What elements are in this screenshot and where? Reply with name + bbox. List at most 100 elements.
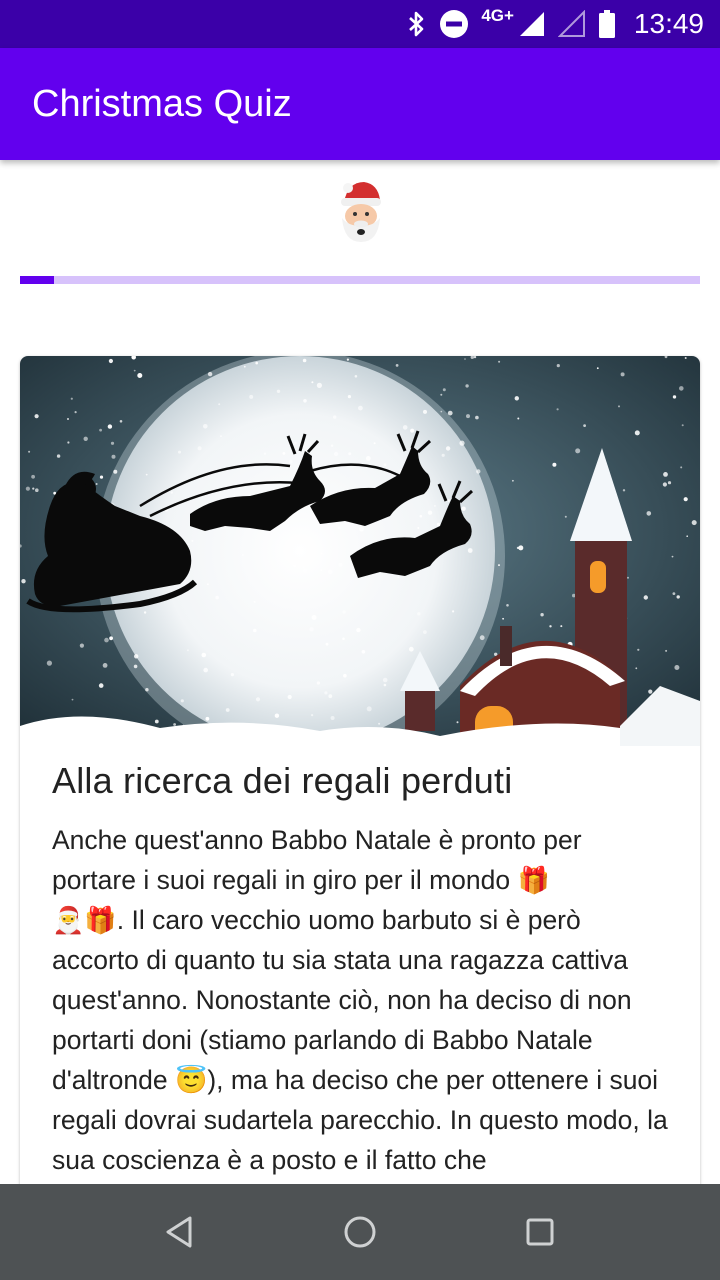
snowflake-dot [343, 673, 347, 678]
snowflake-dot [302, 358, 307, 363]
snowflake-dot [274, 713, 280, 718]
snowflake-dot [205, 716, 210, 721]
snowflake-dot [679, 386, 684, 391]
app-bar: Christmas Quiz [0, 48, 720, 160]
snowflake-dot [113, 469, 118, 474]
snowflake-dot [255, 361, 258, 365]
snowflake-dot [293, 441, 297, 445]
snowflake-dot [395, 364, 399, 367]
quiz-progress-fill [20, 276, 54, 284]
snowflake-dot [330, 716, 335, 720]
snowflake-dot [133, 369, 136, 372]
snowflake-dot [466, 414, 470, 419]
snowflake-dot [197, 446, 202, 451]
snowflake-dot [465, 384, 469, 388]
snowflake-dot [21, 579, 26, 584]
recents-icon[interactable] [516, 1208, 564, 1256]
snowflake-dot [337, 526, 341, 530]
snowflake-dot [309, 627, 314, 632]
snowflake-dot [333, 451, 339, 457]
snowflake-dot [671, 555, 674, 558]
signal-empty-icon [557, 10, 585, 37]
snowflake-dot [28, 450, 31, 453]
snowflake-dot [71, 698, 74, 701]
gift-emoji-icon: 🎁 [84, 905, 117, 935]
snowflake-dot [467, 548, 473, 553]
snowflake-dot [514, 396, 519, 401]
snowflake-dot [560, 625, 563, 628]
snowflake-dot [464, 358, 466, 360]
snowflake-dot [258, 491, 261, 494]
app-title: Christmas Quiz [32, 83, 292, 125]
snowflake-dot [359, 526, 364, 532]
snowflake-dot [133, 664, 138, 669]
snowflake-dot [70, 397, 73, 400]
snowflake-dot [552, 462, 557, 467]
snowflake-dot [173, 723, 177, 726]
snowflake-dot [427, 510, 433, 515]
snowflake-dot [662, 482, 668, 487]
snowflake-dot [338, 562, 343, 567]
snowflake-dot [373, 442, 376, 445]
snowflake-dot [282, 452, 286, 455]
snowflake-dot [549, 625, 552, 628]
angel-emoji-icon: 😇 [174, 1065, 208, 1095]
snowflake-dot [327, 569, 333, 575]
snowflake-dot [440, 393, 443, 396]
snowflake-dot [201, 652, 207, 658]
quiz-progress-bar [20, 276, 700, 284]
snowflake-dot [95, 483, 98, 485]
snowflake-dot [635, 667, 638, 670]
snowflake-dot [316, 681, 320, 685]
snowflake-dot [361, 650, 366, 654]
snowflake-dot [25, 486, 30, 491]
snowflake-dot [249, 394, 254, 399]
snowflake-dot [346, 358, 349, 361]
back-icon[interactable] [156, 1208, 204, 1256]
home-icon[interactable] [336, 1208, 384, 1256]
snowflake-dot [303, 399, 307, 403]
snowflake-dot [107, 424, 113, 429]
snowflake-dot [206, 583, 209, 586]
story-text-part-1: Anche quest'anno Babbo Natale è pronto p… [52, 825, 582, 895]
snowflake-dot [442, 388, 446, 392]
snowflake-dot [575, 448, 581, 454]
snowflake-dot [215, 595, 219, 600]
snowflake-dot [397, 576, 400, 579]
snowflake-dot [498, 360, 501, 363]
snowflake-dot [110, 441, 115, 445]
story-text: Anche quest'anno Babbo Natale è pronto p… [52, 820, 672, 1180]
snowflake-dot [445, 446, 451, 451]
system-nav-bar [0, 1184, 720, 1280]
snowflake-dot [111, 454, 116, 459]
snowflake-dot [255, 697, 261, 702]
snowflake-dot [419, 514, 423, 518]
snowflake-dot [365, 456, 371, 461]
snowflake-dot [330, 444, 334, 447]
snowflake-dot [564, 515, 567, 518]
snowflake-dot [293, 564, 297, 568]
snowflake-dot [622, 489, 626, 492]
snowflake-dot [556, 408, 559, 411]
snowflake-dot [402, 425, 408, 430]
snowflake-dot [230, 673, 234, 677]
snowflake-dot [684, 357, 687, 359]
snowflake-dot [683, 497, 688, 502]
snowflake-dot [672, 395, 677, 399]
snowflake-dot [378, 722, 381, 725]
snowflake-dot [178, 450, 181, 454]
snowflake-dot [67, 441, 70, 444]
snowflake-dot [74, 411, 77, 414]
snowflake-dot [288, 459, 293, 464]
snowflake-dot [108, 358, 113, 364]
status-time: 13:49 [633, 8, 704, 39]
snowflake-dot [382, 677, 388, 683]
snowflake-dot [417, 527, 420, 529]
snowflake-dot [447, 499, 451, 502]
snowflake-dot [502, 617, 504, 620]
snowflake-dot [145, 473, 148, 476]
snowflake-dot [479, 635, 485, 641]
snowflake-dot [665, 649, 668, 652]
snowflake-dot [676, 595, 680, 599]
snowflake-dot [311, 381, 314, 384]
